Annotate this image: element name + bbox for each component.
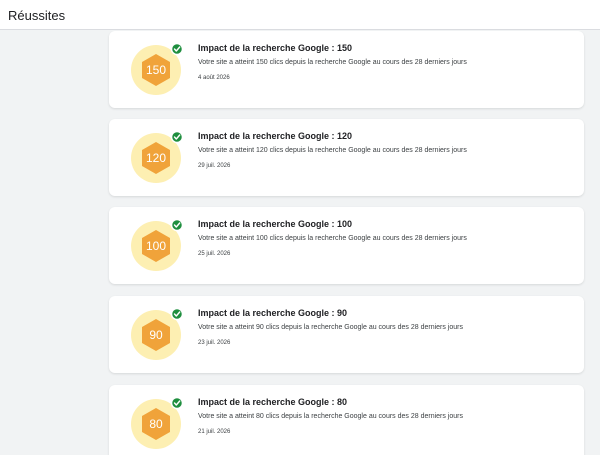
page-title: Réussites — [8, 8, 66, 23]
achievement-badge: 150 — [131, 42, 187, 98]
achievement-date: 21 juil. 2026 — [198, 429, 231, 435]
achievement-badge: 80 — [131, 396, 187, 452]
badge-value: 120 — [145, 151, 167, 165]
achievement-description: Votre site a atteint 120 clics depuis la… — [198, 147, 467, 154]
top-bar: Réussites — [0, 0, 600, 30]
achievement-description: Votre site a atteint 80 clics depuis la … — [198, 413, 463, 420]
achievements-list: 150 Impact de la recherche Google : 150 … — [0, 31, 600, 455]
badge-value: 150 — [145, 63, 167, 77]
badge-value: 100 — [145, 239, 167, 253]
achievement-card[interactable]: 90 Impact de la recherche Google : 90 Vo… — [109, 296, 584, 373]
achievement-badge: 100 — [131, 218, 187, 274]
achievement-badge: 120 — [131, 130, 187, 186]
achievement-card[interactable]: 80 Impact de la recherche Google : 80 Vo… — [109, 385, 584, 455]
achievement-badge: 90 — [131, 307, 187, 363]
achievement-date: 29 juil. 2026 — [198, 163, 231, 169]
badge-value: 90 — [149, 328, 163, 342]
achievement-date: 4 août 2026 — [198, 75, 230, 81]
achievement-description: Votre site a atteint 150 clics depuis la… — [198, 59, 467, 66]
achievement-description: Votre site a atteint 100 clics depuis la… — [198, 235, 467, 242]
achievement-title: Impact de la recherche Google : 100 — [198, 219, 353, 229]
achievement-title: Impact de la recherche Google : 150 — [198, 43, 353, 53]
achievement-card[interactable]: 120 Impact de la recherche Google : 120 … — [109, 119, 584, 196]
achievement-date: 23 juil. 2026 — [198, 340, 231, 346]
achievement-card[interactable]: 100 Impact de la recherche Google : 100 … — [109, 207, 584, 284]
achievement-title: Impact de la recherche Google : 90 — [198, 308, 348, 318]
achievement-date: 25 juil. 2026 — [198, 251, 231, 257]
achievement-title: Impact de la recherche Google : 120 — [198, 131, 353, 141]
achievement-title: Impact de la recherche Google : 80 — [198, 397, 348, 407]
achievement-card[interactable]: 150 Impact de la recherche Google : 150 … — [109, 31, 584, 108]
achievement-description: Votre site a atteint 90 clics depuis la … — [198, 324, 463, 331]
badge-value: 80 — [149, 417, 163, 431]
